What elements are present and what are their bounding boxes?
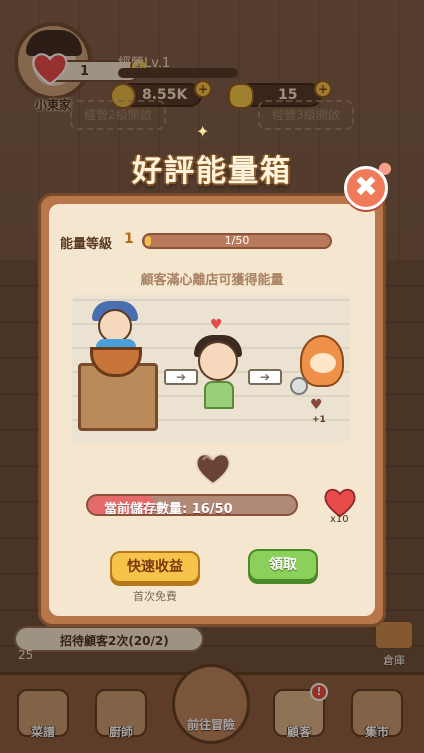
energy-heart-icon — [195, 453, 231, 486]
reward-count: x10 — [330, 514, 349, 525]
energy-level-text: 1/50 — [224, 234, 250, 247]
heart-icon: ♥ — [210, 317, 223, 333]
close-button[interactable]: ✖ — [344, 166, 388, 210]
illustration-scene: ➔ ♥ ➔ ♥ +1 — [72, 295, 350, 443]
heart-icon: ♥ — [310, 397, 323, 413]
arrow-right-icon: ➔ — [164, 369, 198, 385]
yarn-ball-icon — [290, 377, 308, 395]
arrow-right-icon: ➔ — [248, 369, 282, 385]
customer-body — [204, 381, 234, 409]
fox-mascot — [300, 335, 344, 387]
customer-character — [198, 341, 238, 381]
storage-bar: 當前儲存數量: 16/50 — [86, 494, 298, 516]
plus-one-label: +1 — [312, 415, 326, 425]
quick-earn-button[interactable]: 快速收益 — [110, 551, 200, 583]
energy-level-label: 能量等級 — [60, 237, 113, 252]
energy-description: 顧客滿心離店可獲得能量 — [140, 273, 284, 288]
fox-face — [310, 353, 336, 373]
close-icon: ✖ — [354, 170, 378, 203]
chef-character — [98, 309, 132, 343]
energy-level-value: 1 — [124, 231, 134, 247]
energy-level-bar: 1/50 — [142, 233, 332, 249]
free-note: 首次免費 — [133, 590, 177, 603]
storage-text: 當前儲存數量: 16/50 — [104, 502, 233, 516]
sparkle-icon: ✦ — [196, 122, 210, 141]
claim-button[interactable]: 領取 — [248, 549, 318, 581]
